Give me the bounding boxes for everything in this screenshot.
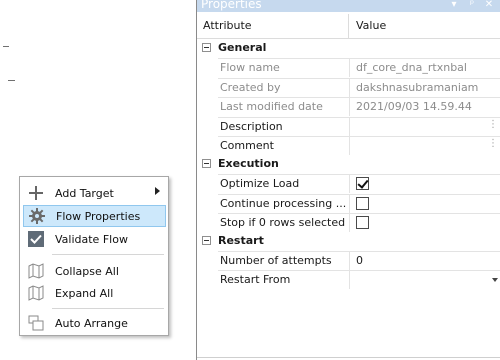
category-label: Restart: [218, 234, 264, 247]
menu-item-flow-properties[interactable]: Flow Properties: [23, 205, 166, 227]
close-icon[interactable]: ✕: [482, 0, 496, 12]
menu-item-auto-arrange[interactable]: Auto Arrange: [23, 312, 166, 334]
stop-if-zero-checkbox[interactable]: [356, 216, 369, 229]
map-icon: [26, 262, 46, 280]
property-row-comment[interactable]: Comment ⋮: [197, 136, 500, 155]
property-name: Flow name: [218, 58, 349, 77]
canvas-mark: [8, 80, 15, 81]
property-row-description[interactable]: Description ⋮: [197, 117, 500, 136]
menu-item-collapse-all[interactable]: Collapse All: [23, 260, 166, 282]
category-label: General: [218, 41, 267, 54]
menu-separator: [52, 254, 164, 255]
property-name: Optimize Load: [218, 174, 349, 193]
number-of-attempts-field[interactable]: 0: [349, 251, 500, 270]
category-general[interactable]: General: [197, 39, 500, 58]
description-field[interactable]: ⋮: [349, 117, 500, 136]
property-row-flow-name[interactable]: Flow name df_core_dna_rtxnbal: [197, 58, 500, 77]
property-row-optimize-load[interactable]: Optimize Load: [197, 174, 500, 193]
comment-field[interactable]: ⋮: [349, 136, 500, 155]
submenu-arrow-icon: [155, 187, 160, 195]
restart-from-select[interactable]: [349, 270, 500, 289]
menu-item-label: Collapse All: [55, 264, 119, 278]
menu-item-validate-flow[interactable]: Validate Flow: [23, 228, 166, 250]
context-menu: Add Target Flow Properties Validate Flow…: [19, 176, 169, 336]
property-value: df_core_dna_rtxnbal: [349, 58, 500, 77]
header-attribute[interactable]: Attribute: [203, 19, 252, 32]
property-name: Comment: [218, 136, 349, 155]
menu-item-label: Add Target: [55, 186, 114, 200]
properties-panel: Properties ▾ ᵖ ✕ Attribute Value General…: [196, 0, 500, 360]
optimize-load-checkbox[interactable]: [356, 177, 369, 190]
property-row-continue-processing[interactable]: Continue processing ...: [197, 194, 500, 213]
category-restart[interactable]: Restart: [197, 232, 500, 251]
more-icon[interactable]: ⋮: [488, 138, 498, 149]
properties-header: Attribute Value: [197, 12, 500, 39]
checkmark-icon: [26, 230, 46, 248]
property-name: Continue processing ...: [218, 194, 349, 213]
properties-title: Properties: [201, 0, 262, 11]
collapse-icon[interactable]: [202, 43, 211, 52]
continue-processing-checkbox[interactable]: [356, 197, 369, 210]
menu-item-label: Expand All: [55, 286, 114, 300]
gear-icon: [27, 207, 47, 225]
menu-item-label: Flow Properties: [56, 209, 141, 223]
property-name: Description: [218, 117, 349, 136]
property-name: Stop if 0 rows selected: [218, 213, 349, 232]
properties-title-bar[interactable]: Properties ▾ ᵖ ✕: [197, 0, 500, 12]
property-row-created-by[interactable]: Created by dakshnasubramaniam: [197, 78, 500, 97]
dropdown-icon[interactable]: ▾: [447, 0, 461, 12]
category-label: Execution: [218, 157, 279, 170]
property-row-restart-from[interactable]: Restart From: [197, 270, 500, 289]
menu-item-expand-all[interactable]: Expand All: [23, 282, 166, 304]
header-value[interactable]: Value: [356, 19, 386, 32]
arrange-icon: [26, 314, 46, 332]
property-name: Restart From: [218, 270, 349, 289]
property-value: dakshnasubramaniam: [349, 78, 500, 97]
pin-icon[interactable]: ᵖ: [465, 0, 479, 12]
property-value: [349, 194, 500, 213]
canvas-mark: [3, 46, 9, 47]
plus-icon: [26, 184, 46, 202]
header-divider[interactable]: [348, 14, 349, 38]
property-name: Number of attempts: [218, 251, 349, 270]
map-icon: [26, 284, 46, 302]
property-value: [349, 213, 500, 232]
category-execution[interactable]: Execution: [197, 155, 500, 174]
chevron-down-icon[interactable]: [492, 278, 498, 282]
menu-item-add-target[interactable]: Add Target: [23, 182, 166, 204]
panel-divider: [197, 357, 500, 358]
menu-separator: [52, 308, 164, 309]
property-row-last-modified[interactable]: Last modified date 2021/09/03 14.59.44: [197, 97, 500, 116]
property-name: Created by: [218, 78, 349, 97]
property-row-number-of-attempts[interactable]: Number of attempts 0: [197, 251, 500, 270]
property-row-stop-if-zero[interactable]: Stop if 0 rows selected: [197, 213, 500, 232]
menu-item-label: Validate Flow: [55, 232, 128, 246]
property-name: Last modified date: [218, 97, 349, 116]
more-icon[interactable]: ⋮: [488, 119, 498, 130]
menu-item-label: Auto Arrange: [55, 316, 128, 330]
collapse-icon[interactable]: [202, 159, 211, 168]
collapse-icon[interactable]: [202, 236, 211, 245]
property-value: [349, 174, 500, 193]
property-value: 2021/09/03 14.59.44: [349, 97, 500, 116]
